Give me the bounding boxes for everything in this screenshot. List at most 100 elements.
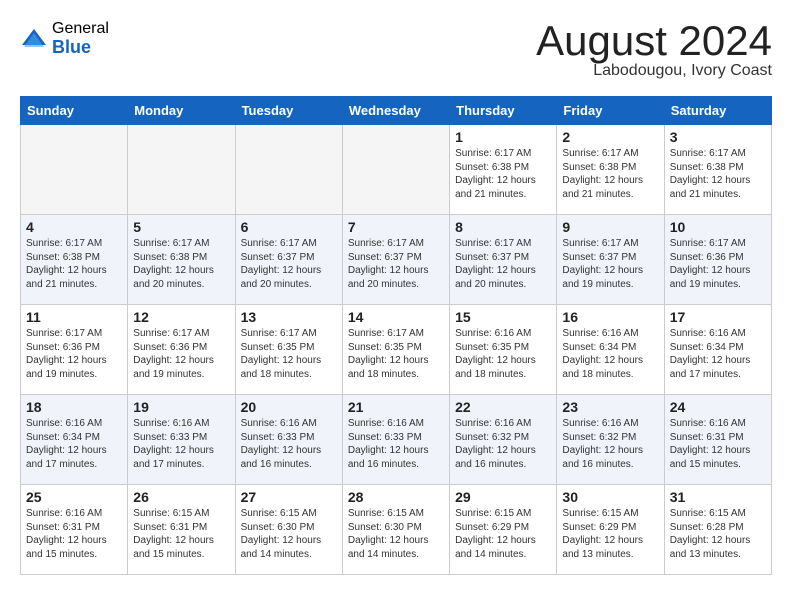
calendar-cell: [235, 125, 342, 215]
day-number: 8: [455, 219, 551, 235]
day-number: 25: [26, 489, 122, 505]
calendar-cell: 10 Sunrise: 6:17 AM Sunset: 6:36 PM Dayli…: [664, 215, 771, 305]
day-number: 28: [348, 489, 444, 505]
day-number: 2: [562, 129, 658, 145]
day-number: 6: [241, 219, 337, 235]
weekday-header-row: SundayMondayTuesdayWednesdayThursdayFrid…: [21, 97, 772, 125]
day-info: Sunrise: 6:16 AM Sunset: 6:31 PM Dayligh…: [26, 507, 122, 561]
weekday-header: Monday: [128, 97, 235, 125]
day-info: Sunrise: 6:17 AM Sunset: 6:36 PM Dayligh…: [26, 327, 122, 381]
day-number: 23: [562, 399, 658, 415]
day-info: Sunrise: 6:17 AM Sunset: 6:38 PM Dayligh…: [455, 147, 551, 201]
calendar-table: SundayMondayTuesdayWednesdayThursdayFrid…: [20, 96, 772, 575]
day-number: 29: [455, 489, 551, 505]
day-number: 7: [348, 219, 444, 235]
day-number: 27: [241, 489, 337, 505]
day-number: 9: [562, 219, 658, 235]
day-number: 15: [455, 309, 551, 325]
day-info: Sunrise: 6:15 AM Sunset: 6:29 PM Dayligh…: [455, 507, 551, 561]
page-header: General Blue August 2024 Labodougou, Ivo…: [20, 20, 772, 80]
calendar-week-row: 1 Sunrise: 6:17 AM Sunset: 6:38 PM Daylig…: [21, 125, 772, 215]
day-number: 20: [241, 399, 337, 415]
day-number: 17: [670, 309, 766, 325]
day-info: Sunrise: 6:17 AM Sunset: 6:37 PM Dayligh…: [241, 237, 337, 291]
day-number: 12: [133, 309, 229, 325]
day-info: Sunrise: 6:16 AM Sunset: 6:34 PM Dayligh…: [670, 327, 766, 381]
calendar-week-row: 18Sunrise: 6:16 AM Sunset: 6:34 PM Dayli…: [21, 395, 772, 485]
calendar-cell: 26 Sunrise: 6:15 AM Sunset: 6:31 PM Dayli…: [128, 485, 235, 575]
calendar-cell: 28 Sunrise: 6:15 AM Sunset: 6:30 PM Dayli…: [342, 485, 449, 575]
calendar-cell: 1 Sunrise: 6:17 AM Sunset: 6:38 PM Daylig…: [450, 125, 557, 215]
calendar-cell: 24 Sunrise: 6:16 AM Sunset: 6:31 PM Dayli…: [664, 395, 771, 485]
weekday-header: Wednesday: [342, 97, 449, 125]
calendar-cell: 30 Sunrise: 6:15 AM Sunset: 6:29 PM Dayli…: [557, 485, 664, 575]
day-info: Sunrise: 6:15 AM Sunset: 6:29 PM Dayligh…: [562, 507, 658, 561]
weekday-header: Thursday: [450, 97, 557, 125]
calendar-cell: 23 Sunrise: 6:16 AM Sunset: 6:32 PM Dayli…: [557, 395, 664, 485]
day-number: 16: [562, 309, 658, 325]
day-info: Sunrise: 6:17 AM Sunset: 6:38 PM Dayligh…: [133, 237, 229, 291]
calendar-cell: 5 Sunrise: 6:17 AM Sunset: 6:38 PM Daylig…: [128, 215, 235, 305]
day-number: 19: [133, 399, 229, 415]
day-info: Sunrise: 6:17 AM Sunset: 6:38 PM Dayligh…: [26, 237, 122, 291]
logo-blue: Blue: [52, 38, 109, 58]
calendar-week-row: 25 Sunrise: 6:16 AM Sunset: 6:31 PM Dayli…: [21, 485, 772, 575]
day-info: Sunrise: 6:17 AM Sunset: 6:37 PM Dayligh…: [348, 237, 444, 291]
day-info: Sunrise: 6:17 AM Sunset: 6:37 PM Dayligh…: [562, 237, 658, 291]
weekday-header: Saturday: [664, 97, 771, 125]
day-number: 21: [348, 399, 444, 415]
day-info: Sunrise: 6:17 AM Sunset: 6:35 PM Dayligh…: [348, 327, 444, 381]
day-info: Sunrise: 6:17 AM Sunset: 6:35 PM Dayligh…: [241, 327, 337, 381]
day-number: 31: [670, 489, 766, 505]
day-number: 26: [133, 489, 229, 505]
weekday-header: Friday: [557, 97, 664, 125]
day-info: Sunrise: 6:17 AM Sunset: 6:38 PM Dayligh…: [670, 147, 766, 201]
calendar-cell: [21, 125, 128, 215]
calendar-cell: 14Sunrise: 6:17 AM Sunset: 6:35 PM Dayli…: [342, 305, 449, 395]
calendar-cell: 27Sunrise: 6:15 AM Sunset: 6:30 PM Dayli…: [235, 485, 342, 575]
day-number: 22: [455, 399, 551, 415]
calendar-cell: 12 Sunrise: 6:17 AM Sunset: 6:36 PM Dayli…: [128, 305, 235, 395]
day-number: 24: [670, 399, 766, 415]
calendar-cell: 8 Sunrise: 6:17 AM Sunset: 6:37 PM Daylig…: [450, 215, 557, 305]
day-number: 13: [241, 309, 337, 325]
month-title: August 2024: [536, 20, 772, 62]
calendar-cell: 16 Sunrise: 6:16 AM Sunset: 6:34 PM Dayli…: [557, 305, 664, 395]
calendar-cell: 11 Sunrise: 6:17 AM Sunset: 6:36 PM Dayli…: [21, 305, 128, 395]
day-number: 3: [670, 129, 766, 145]
day-number: 5: [133, 219, 229, 235]
calendar-cell: 20 Sunrise: 6:16 AM Sunset: 6:33 PM Dayli…: [235, 395, 342, 485]
calendar-cell: 17 Sunrise: 6:16 AM Sunset: 6:34 PM Dayli…: [664, 305, 771, 395]
calendar-cell: 21Sunrise: 6:16 AM Sunset: 6:33 PM Dayli…: [342, 395, 449, 485]
day-info: Sunrise: 6:17 AM Sunset: 6:37 PM Dayligh…: [455, 237, 551, 291]
logo-text: General Blue: [52, 20, 109, 57]
calendar-cell: 22Sunrise: 6:16 AM Sunset: 6:32 PM Dayli…: [450, 395, 557, 485]
calendar-cell: 25 Sunrise: 6:16 AM Sunset: 6:31 PM Dayli…: [21, 485, 128, 575]
day-info: Sunrise: 6:16 AM Sunset: 6:33 PM Dayligh…: [241, 417, 337, 471]
day-info: Sunrise: 6:15 AM Sunset: 6:31 PM Dayligh…: [133, 507, 229, 561]
calendar-cell: 19 Sunrise: 6:16 AM Sunset: 6:33 PM Dayli…: [128, 395, 235, 485]
day-info: Sunrise: 6:17 AM Sunset: 6:36 PM Dayligh…: [670, 237, 766, 291]
calendar-week-row: 4 Sunrise: 6:17 AM Sunset: 6:38 PM Daylig…: [21, 215, 772, 305]
day-number: 11: [26, 309, 122, 325]
day-info: Sunrise: 6:15 AM Sunset: 6:30 PM Dayligh…: [348, 507, 444, 561]
day-number: 30: [562, 489, 658, 505]
day-info: Sunrise: 6:17 AM Sunset: 6:36 PM Dayligh…: [133, 327, 229, 381]
weekday-header: Tuesday: [235, 97, 342, 125]
calendar-cell: 9 Sunrise: 6:17 AM Sunset: 6:37 PM Daylig…: [557, 215, 664, 305]
logo-general: General: [52, 20, 109, 38]
day-number: 18: [26, 399, 122, 415]
weekday-header: Sunday: [21, 97, 128, 125]
day-info: Sunrise: 6:16 AM Sunset: 6:31 PM Dayligh…: [670, 417, 766, 471]
day-info: Sunrise: 6:16 AM Sunset: 6:34 PM Dayligh…: [562, 327, 658, 381]
day-info: Sunrise: 6:15 AM Sunset: 6:28 PM Dayligh…: [670, 507, 766, 561]
day-number: 4: [26, 219, 122, 235]
day-number: 1: [455, 129, 551, 145]
day-number: 10: [670, 219, 766, 235]
calendar-cell: [128, 125, 235, 215]
calendar-cell: 6 Sunrise: 6:17 AM Sunset: 6:37 PM Daylig…: [235, 215, 342, 305]
subtitle: Labodougou, Ivory Coast: [536, 62, 772, 80]
day-info: Sunrise: 6:16 AM Sunset: 6:33 PM Dayligh…: [133, 417, 229, 471]
day-info: Sunrise: 6:16 AM Sunset: 6:32 PM Dayligh…: [562, 417, 658, 471]
logo: General Blue: [20, 20, 109, 57]
